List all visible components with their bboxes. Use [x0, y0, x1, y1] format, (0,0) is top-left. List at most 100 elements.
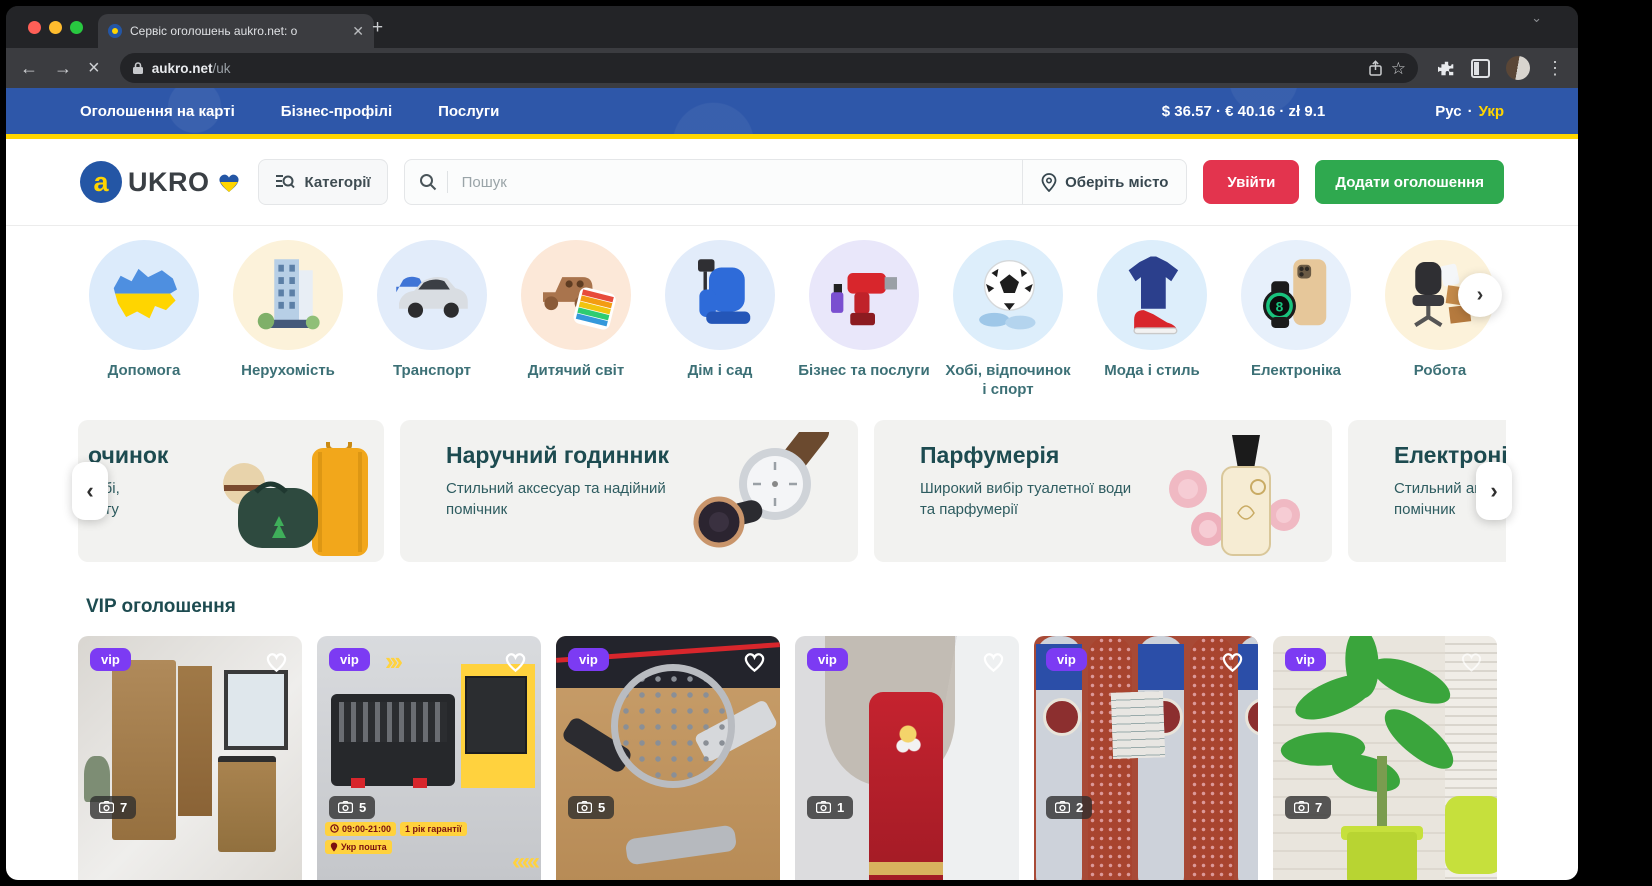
nav-link-map[interactable]: Оголошення на карті: [80, 103, 235, 120]
lang-ukr[interactable]: Укр: [1479, 103, 1504, 120]
category-item-moda-i-styl[interactable]: Мода і стиль: [1086, 240, 1218, 400]
currency-rates: $ 36.57 · € 40.16 · zł 9.1: [1162, 103, 1325, 120]
search-divider: [447, 171, 448, 193]
logo-circle-icon: a: [80, 161, 122, 203]
banner-perfume[interactable]: Парфумерія Широкий вибір туалетної води …: [874, 420, 1332, 562]
category-item-biznes-ta-posluhy[interactable]: Бізнес та послуги: [798, 240, 930, 400]
photo-count: 7: [120, 800, 127, 815]
categories-button[interactable]: Категорії: [258, 159, 388, 205]
header-divider: [6, 225, 1578, 226]
categories-button-label: Категорії: [305, 174, 371, 191]
working-hours-chip: 09:00-21:00: [325, 822, 396, 836]
tab-close-icon[interactable]: ✕: [352, 23, 364, 40]
promo-arrows-icon: ›››: [385, 646, 399, 677]
url-domain: aukro.net: [152, 61, 213, 76]
lock-icon: [132, 61, 144, 75]
photo-count: 5: [598, 800, 605, 815]
vip-card-tool-set[interactable]: ››› 09:00-21:00 1 рік гарантії: [317, 636, 541, 881]
search-input[interactable]: [460, 173, 1023, 192]
promo-arrows-icon: ‹‹‹‹‹: [512, 848, 537, 876]
login-button[interactable]: Увійти: [1203, 160, 1299, 204]
category-item-dytiachyi-svit[interactable]: Дитячий світ: [510, 240, 642, 400]
vip-badge: vip: [568, 648, 609, 671]
category-item-nerukhomist[interactable]: Нерухомість: [222, 240, 354, 400]
favorite-heart-icon[interactable]: [1219, 648, 1246, 673]
photo-count-chip: 1: [807, 796, 853, 819]
favorite-heart-icon[interactable]: [1458, 648, 1485, 673]
photo-count-chip: 2: [1046, 796, 1092, 819]
photo-count-chip: 7: [90, 796, 136, 819]
close-window-button[interactable]: [28, 21, 41, 34]
nav-link-business[interactable]: Бізнес-профілі: [281, 103, 392, 120]
category-item-transport[interactable]: Транспорт: [366, 240, 498, 400]
add-listing-button[interactable]: Додати оголошення: [1315, 160, 1504, 204]
back-button[interactable]: ←: [20, 59, 38, 77]
banner-track: очинок хобі, орту: [78, 420, 1506, 562]
favorite-heart-icon[interactable]: [980, 648, 1007, 673]
category-item-dim-i-sad[interactable]: Дім і сад: [654, 240, 786, 400]
drill-icon: [809, 240, 919, 350]
vip-badge: vip: [90, 648, 131, 671]
address-bar[interactable]: aukro.net/uk ☆: [120, 53, 1418, 83]
armchair-icon: [665, 240, 775, 350]
categories-next-arrow[interactable]: ›: [1458, 273, 1502, 317]
top-nav-bar: Оголошення на карті Бізнес-профілі Послу…: [6, 88, 1578, 134]
photo-count: 7: [1315, 800, 1322, 815]
categories-list-search-icon: [275, 173, 295, 191]
vip-card-cosmetic-tube[interactable]: vip 1: [795, 636, 1019, 881]
forward-button[interactable]: →: [54, 59, 72, 77]
url-text: aukro.net/uk: [152, 61, 231, 76]
camera-icon: [577, 801, 592, 813]
phone-smartwatch-icon: 8: [1241, 240, 1351, 350]
favorite-heart-icon[interactable]: [741, 648, 768, 673]
browser-window: Сервіс оголошень aukro.net: о ✕ + ⌄ ← → …: [6, 6, 1578, 880]
vip-card-sausages[interactable]: vip 2: [1034, 636, 1258, 881]
vip-card-plant[interactable]: vip 7: [1273, 636, 1497, 881]
tab-overflow-chevron-icon[interactable]: ⌄: [1531, 10, 1542, 26]
photo-count-chip: 7: [1285, 796, 1331, 819]
nav-link-services[interactable]: Послуги: [438, 103, 499, 120]
category-item-khobi-sport[interactable]: Хобі, відпочинок і спорт: [942, 240, 1074, 400]
banners-prev-arrow[interactable]: ‹: [72, 462, 108, 520]
side-panel-icon[interactable]: [1471, 59, 1490, 78]
vip-card-watch[interactable]: vip 5: [556, 636, 780, 881]
favorite-heart-icon[interactable]: [502, 648, 529, 673]
bookmark-star-icon[interactable]: ☆: [1391, 60, 1406, 77]
share-icon[interactable]: [1368, 60, 1383, 76]
favorite-heart-icon[interactable]: [263, 648, 290, 673]
select-city-button[interactable]: Оберіть місто: [1022, 160, 1186, 204]
tab-strip: Сервіс оголошень aukro.net: о ✕ + ⌄: [6, 6, 1578, 48]
category-item-elektronika[interactable]: 8 Електроніка: [1230, 240, 1362, 400]
lang-rus[interactable]: Рус: [1435, 103, 1461, 120]
url-path: /uk: [212, 61, 230, 76]
new-tab-button[interactable]: +: [372, 18, 383, 37]
photo-count-chip: 5: [329, 796, 375, 819]
category-item-dopomoha[interactable]: Допомога: [78, 240, 210, 400]
profile-avatar[interactable]: [1506, 56, 1530, 80]
vip-badge: vip: [329, 648, 370, 671]
banners-next-arrow[interactable]: ›: [1476, 462, 1512, 520]
wooden-toy-popit-icon: [521, 240, 631, 350]
photo-count: 1: [837, 800, 844, 815]
browser-tab[interactable]: Сервіс оголошень aukro.net: о ✕: [98, 14, 374, 48]
stop-loading-button[interactable]: ×: [88, 58, 100, 78]
site-favicon-icon: [108, 24, 122, 38]
webpage: Оголошення на карті Бізнес-профілі Послу…: [6, 88, 1578, 880]
maximize-window-button[interactable]: [70, 21, 83, 34]
soccer-ball-icon: [953, 240, 1063, 350]
menu-dots-icon[interactable]: ⋮: [1546, 59, 1564, 77]
building-icon: [233, 240, 343, 350]
banner-hobby-rest[interactable]: очинок хобі, орту: [78, 420, 384, 562]
minimize-window-button[interactable]: [49, 21, 62, 34]
perfume-roses-image: [1164, 427, 1324, 562]
vip-badge: vip: [1046, 648, 1087, 671]
banner-wrist-watch[interactable]: Наручний годинник Стильний аксесуар та н…: [400, 420, 858, 562]
camera-icon: [1055, 801, 1070, 813]
extensions-puzzle-icon[interactable]: [1438, 60, 1455, 77]
category-item-robota[interactable]: Робота: [1374, 240, 1506, 400]
vip-card-furniture[interactable]: vip 7: [78, 636, 302, 881]
lang-separator: ·: [1468, 103, 1473, 120]
vip-badge: vip: [1285, 648, 1326, 671]
aukro-logo[interactable]: a UKRO: [80, 161, 242, 203]
browser-toolbar: ← → × aukro.net/uk ☆ ⋮: [6, 48, 1578, 88]
